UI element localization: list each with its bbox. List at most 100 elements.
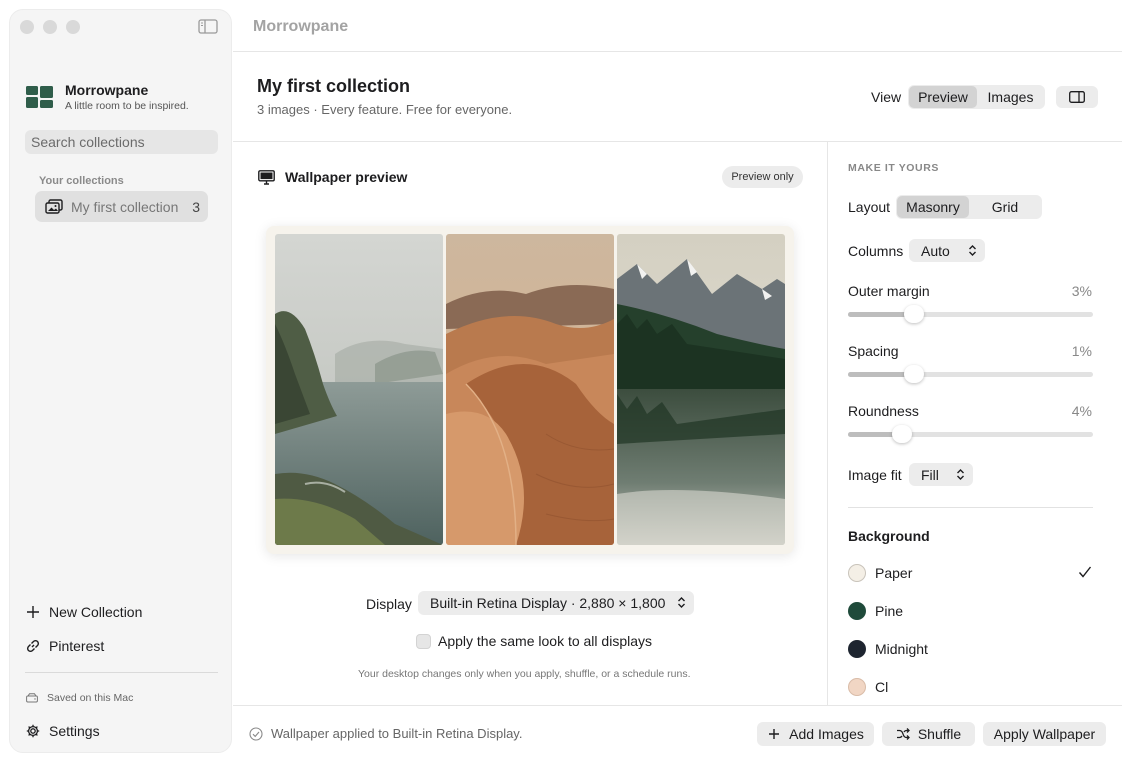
layout-option-masonry[interactable]: Masonry (897, 196, 969, 218)
preview-title: Wallpaper preview (285, 169, 408, 185)
checkmark-icon (1078, 566, 1092, 578)
outer-margin-slider[interactable] (848, 305, 1093, 323)
image-fit-label: Image fit (848, 467, 902, 483)
plus-icon (769, 729, 780, 739)
sand-dunes-image (446, 234, 614, 545)
preview-heading: Wallpaper preview (258, 169, 407, 185)
settings-label: Settings (49, 723, 100, 739)
photo-stack-icon (45, 199, 63, 214)
shuffle-button[interactable]: Shuffle (882, 722, 975, 746)
apply-all-displays-option[interactable]: Apply the same look to all displays (416, 633, 652, 649)
saved-note: Saved on this Mac (47, 692, 134, 704)
midnight-swatch (848, 640, 866, 658)
add-images-button[interactable]: Add Images (757, 722, 874, 746)
spacing-value: 1% (1071, 343, 1092, 359)
spacing-slider[interactable] (848, 365, 1093, 383)
layout-segmented-control: Masonry Grid (896, 195, 1042, 219)
image-fit-value: Fill (921, 466, 939, 483)
settings-button[interactable]: Settings (26, 723, 100, 739)
chevron-up-down-icon (678, 597, 685, 608)
background-option-midnight[interactable]: Midnight (848, 640, 928, 658)
roundness-value: 4% (1071, 403, 1092, 419)
display-select-value: Built-in Retina Display · 2,880 × 1,800 (430, 595, 666, 611)
apply-wallpaper-button[interactable]: Apply Wallpaper (983, 722, 1106, 746)
window-controls (20, 20, 80, 34)
pinterest-link[interactable]: Pinterest (26, 638, 104, 654)
minimize-window-button[interactable] (43, 20, 57, 34)
background-option-paper[interactable]: Paper (848, 564, 912, 582)
inspector-section-divider (848, 507, 1093, 508)
slider-handle[interactable] (904, 365, 925, 383)
columns-select[interactable]: Auto (909, 239, 985, 262)
sidebar: Morrowpane A little room to be inspired.… (9, 9, 232, 753)
view-label: View (871, 89, 902, 105)
pinterest-label: Pinterest (49, 638, 105, 654)
page-subtitle: 3 images · Every feature. Free for every… (257, 102, 513, 117)
wallpaper-preview (266, 226, 794, 554)
background-list-overflow: Cl (840, 670, 1100, 705)
content-divider (233, 141, 1122, 142)
zoom-window-button[interactable] (66, 20, 80, 34)
status-text: Wallpaper applied to Built-in Retina Dis… (271, 726, 523, 741)
image-fit-select[interactable]: Fill (909, 463, 973, 486)
add-images-label: Add Images (789, 726, 864, 742)
sidebar-toggle-icon[interactable] (198, 19, 218, 34)
apply-all-checkbox[interactable] (416, 633, 431, 649)
roundness-slider[interactable] (848, 425, 1093, 443)
columns-label: Columns (848, 243, 904, 259)
preview-only-badge: Preview only (722, 166, 803, 188)
search-input[interactable] (25, 130, 218, 154)
storage-status: Saved on this Mac (26, 692, 133, 704)
gear-icon (26, 724, 40, 738)
wallpaper-image-lake (617, 234, 785, 545)
background-option-cl[interactable]: Cl (848, 678, 888, 696)
outer-margin-label: Outer margin (848, 283, 930, 299)
display-icon (258, 169, 275, 185)
tab-images[interactable]: Images (977, 86, 1044, 108)
background-option-label: Pine (875, 603, 904, 619)
display-select[interactable]: Built-in Retina Display · 2,880 × 1,800 (418, 591, 694, 615)
plus-icon (27, 606, 39, 618)
collections-section-label: Your collections (39, 175, 124, 187)
inspector-toggle-button[interactable] (1056, 86, 1098, 108)
shuffle-icon (896, 728, 910, 740)
chevron-up-down-icon (969, 245, 976, 256)
close-window-button[interactable] (20, 20, 34, 34)
chevron-up-down-icon (957, 469, 964, 480)
layout-option-grid[interactable]: Grid (969, 196, 1041, 218)
link-icon (26, 639, 40, 653)
sidebar-item-my-first-collection[interactable]: My first collection 3 (35, 191, 208, 222)
slider-handle[interactable] (904, 305, 925, 323)
new-collection-button[interactable]: New Collection (26, 604, 142, 620)
background-option-label: Midnight (875, 641, 928, 657)
pine-swatch (848, 602, 866, 620)
wallpaper-image-dunes (446, 234, 614, 545)
inspector-divider (827, 142, 828, 705)
outer-margin-value: 3% (1071, 283, 1092, 299)
preview-hint: Your desktop changes only when you apply… (358, 668, 691, 680)
background-option-pine[interactable]: Pine (848, 602, 903, 620)
drive-icon (26, 693, 38, 703)
cl-swatch (848, 678, 866, 696)
check-circle-icon (249, 726, 263, 741)
paper-swatch (848, 564, 866, 582)
background-option-label: Paper (875, 565, 913, 581)
background-option-label: Cl (875, 679, 889, 695)
sidebar-right-icon (1069, 91, 1085, 103)
new-collection-label: New Collection (49, 604, 143, 620)
background-heading: Background (848, 528, 930, 544)
sidebar-item-label: My first collection (71, 198, 179, 215)
columns-value: Auto (921, 242, 950, 259)
header-divider (233, 51, 1122, 52)
sidebar-divider (25, 672, 218, 673)
brand: Morrowpane A little room to be inspired. (26, 82, 189, 112)
page-title: My first collection (257, 76, 411, 96)
slider-handle[interactable] (891, 425, 912, 443)
shuffle-label: Shuffle (917, 726, 962, 742)
customize-section-label: MAKE IT YOURS (848, 162, 940, 174)
wallpaper-image-coast (275, 234, 443, 545)
spacing-label: Spacing (848, 343, 899, 359)
window-title: Morrowpane (253, 18, 349, 35)
brand-name: Morrowpane (65, 82, 149, 98)
tab-preview[interactable]: Preview (909, 86, 977, 108)
